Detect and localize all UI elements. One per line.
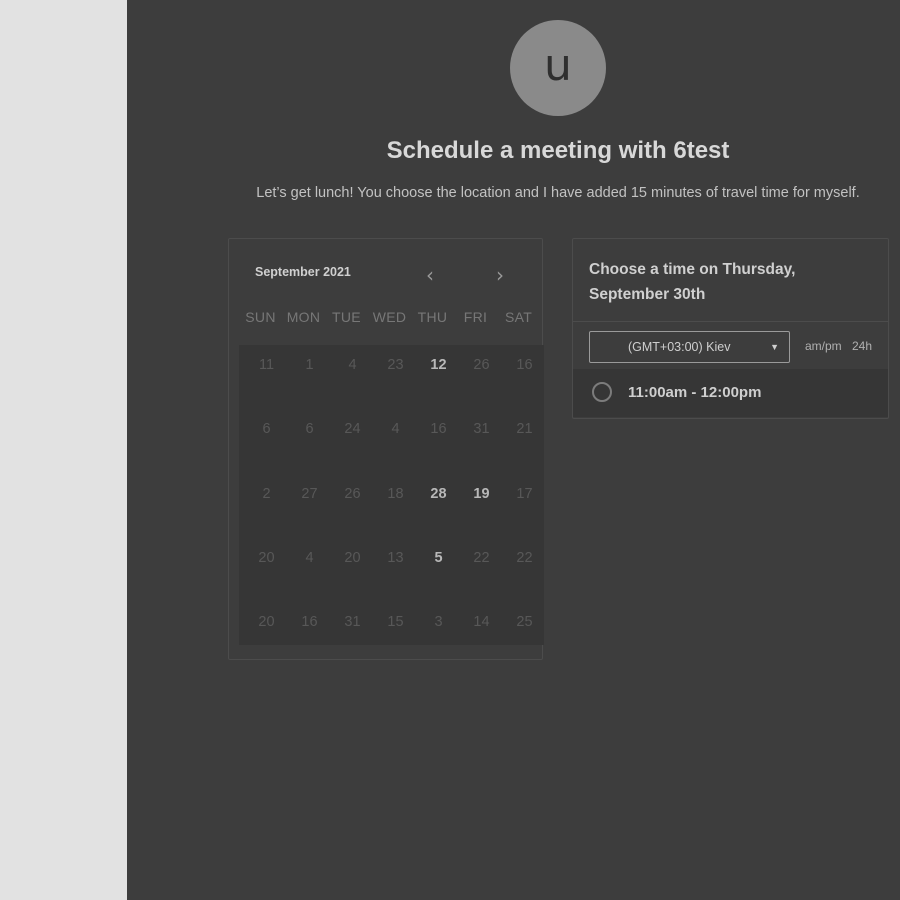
calendar-day: 21 <box>516 421 533 438</box>
weekday-label: FRI <box>463 309 488 325</box>
calendar-day: 11 <box>258 357 275 373</box>
calendar-day: 14 <box>473 614 490 631</box>
weekday-header-row: SUN MON TUE WED THU FRI SAT <box>239 309 540 329</box>
calendar-day: 26 <box>344 485 361 502</box>
calendar-day: 31 <box>473 421 490 438</box>
chevron-right-icon[interactable]: › <box>488 263 512 287</box>
calendar-month-label: September 2021 <box>255 265 351 279</box>
calendar-day: 6 <box>262 421 271 438</box>
calendar-days-grid: 11 1 4 23 12 26 16 6 6 24 4 16 31 21 2 27 26 18 28 19 17 20 4 2… <box>239 345 544 645</box>
time-heading-line2: September 30th <box>589 286 706 303</box>
left-background-strip <box>0 0 127 900</box>
date-picker-calendar: September 2021 ‹ › SUN MON TUE WED THU FRI SAT… <box>228 238 544 660</box>
calendar-day: 4 <box>391 421 400 438</box>
event-description: Let’s get lunch! You choose the location… <box>256 185 860 201</box>
calendar-day-available[interactable]: 5 <box>417 550 460 566</box>
weekday-label: MON <box>286 309 321 325</box>
calendar-day: 20 <box>344 549 361 566</box>
timezone-value: (GMT+03:00) Kiev <box>628 340 731 354</box>
time-slot-option[interactable]: 11:00am - 12:00pm <box>573 369 888 417</box>
calendar-day-available[interactable]: 28 <box>417 486 460 502</box>
time-heading-line1: Choose a time on Thursday, <box>589 261 796 278</box>
calendar-day: 3 <box>434 614 443 631</box>
calendar-day: 16 <box>430 421 447 438</box>
calendar-day: 26 <box>473 357 490 373</box>
calendar-day: 4 <box>348 357 357 373</box>
calendar-day: 1 <box>305 357 314 373</box>
calendar-day: 2 <box>262 485 271 502</box>
weekday-label: SAT <box>504 309 533 325</box>
calendar-day: 20 <box>258 549 275 566</box>
calendar-day: 6 <box>305 421 314 438</box>
calendar-day-available[interactable]: 19 <box>460 486 503 502</box>
weekday-label: WED <box>372 309 407 325</box>
time-selection-panel: Choose a time on Thursday, September 30t… <box>572 238 889 419</box>
page-title: Schedule a meeting with 6test <box>386 137 730 164</box>
calendar-day: 24 <box>344 421 361 438</box>
time-format-24h-toggle[interactable]: 24h <box>852 339 872 353</box>
calendar-day: 20 <box>258 614 275 631</box>
calendar-day: 27 <box>301 485 318 502</box>
avatar: u <box>510 20 606 116</box>
weekday-label: TUE <box>332 309 361 325</box>
calendar-day: 17 <box>516 485 533 502</box>
calendar-day: 22 <box>473 549 490 566</box>
calendar-day: 15 <box>387 614 404 631</box>
calendar-day: 13 <box>387 549 404 566</box>
calendar-day: 22 <box>516 549 533 566</box>
chevron-left-icon[interactable]: ‹ <box>418 263 442 287</box>
calendar-day: 31 <box>344 614 361 631</box>
timezone-select[interactable]: (GMT+03:00) Kiev ▼ <box>589 331 790 363</box>
caret-down-icon: ▼ <box>770 342 779 352</box>
time-format-ampm-toggle[interactable]: am/pm <box>805 339 842 353</box>
radio-icon[interactable] <box>592 382 612 402</box>
weekday-label: THU <box>417 309 448 325</box>
weekday-label: SUN <box>245 309 276 325</box>
calendar-day: 16 <box>516 357 533 373</box>
calendar-day-available[interactable]: 12 <box>417 357 460 373</box>
time-slot-label: 11:00am - 12:00pm <box>628 384 762 401</box>
time-panel-heading: Choose a time on Thursday, September 30t… <box>589 257 849 307</box>
divider <box>573 321 888 322</box>
calendar-day: 18 <box>387 485 404 502</box>
calendar-day: 4 <box>305 549 314 566</box>
calendar-day: 23 <box>387 357 404 373</box>
calendar-day: 16 <box>301 614 318 631</box>
calendar-day: 25 <box>516 614 533 631</box>
